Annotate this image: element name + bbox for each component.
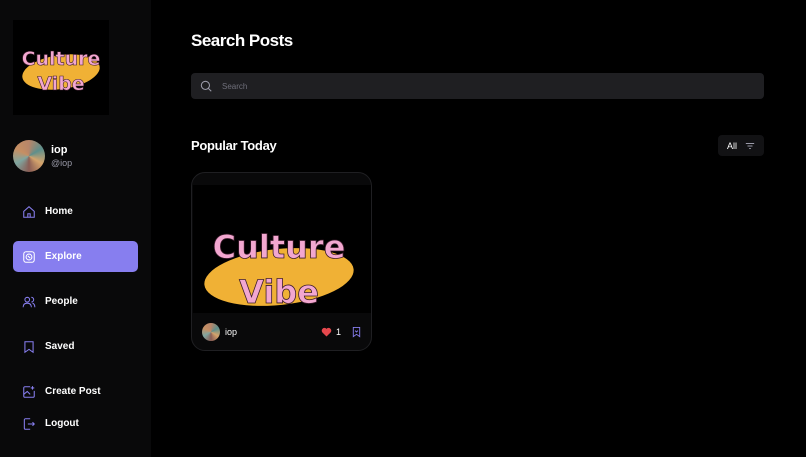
home-icon [23,205,35,218]
like-button[interactable]: 1 [321,327,341,337]
svg-text:Vibe: Vibe [239,273,319,311]
search-bar[interactable] [191,73,764,99]
nav-label-saved: Saved [45,341,75,352]
profile-name: iop [51,143,68,156]
svg-text:Vibe: Vibe [37,73,84,95]
nav-label-people: People [45,296,78,307]
post-author-avatar[interactable] [202,323,220,341]
app-logo[interactable]: Culture Vibe [13,20,109,115]
logout-icon [23,417,35,430]
post-image[interactable]: Culture Vibe [193,185,371,313]
nav-label-create-post: Create Post [45,386,101,397]
bookmark-icon [24,340,34,353]
user-profile[interactable]: iop @iop [13,140,72,172]
heart-icon [321,327,332,337]
profile-handle: @iop [51,157,73,168]
nav-label-logout: Logout [45,418,79,429]
nav-item-home[interactable]: Home [13,196,138,227]
post-footer: iop 1 [202,323,362,341]
post-card[interactable]: Culture Vibe iop 1 [191,172,372,351]
search-input[interactable] [222,81,722,91]
post-author-name[interactable]: iop [225,327,321,337]
section-title-popular: Popular Today [191,138,277,153]
sidebar: Culture Vibe iop @iop Home Explore Peopl… [0,0,151,457]
search-icon [200,80,212,92]
avatar[interactable] [13,140,45,172]
filter-dropdown[interactable]: All [718,135,764,156]
nav-item-people[interactable]: People [13,286,138,317]
create-post-icon [23,385,35,398]
filter-label: All [727,140,738,151]
nav-label-explore: Explore [45,251,82,262]
nav-item-saved[interactable]: Saved [13,331,138,362]
people-icon [22,296,36,307]
like-count: 1 [335,327,341,337]
save-bookmark-icon[interactable] [351,326,362,338]
page-title: Search Posts [191,31,293,50]
nav-item-explore[interactable]: Explore [13,241,138,272]
svg-text:Culture: Culture [213,228,346,266]
nav-label-home: Home [45,206,73,217]
explore-icon [23,250,35,263]
svg-text:Culture: Culture [22,48,101,70]
logout-button[interactable]: Logout [13,408,138,439]
filter-icon [745,142,755,149]
nav-item-create-post[interactable]: Create Post [13,376,138,407]
